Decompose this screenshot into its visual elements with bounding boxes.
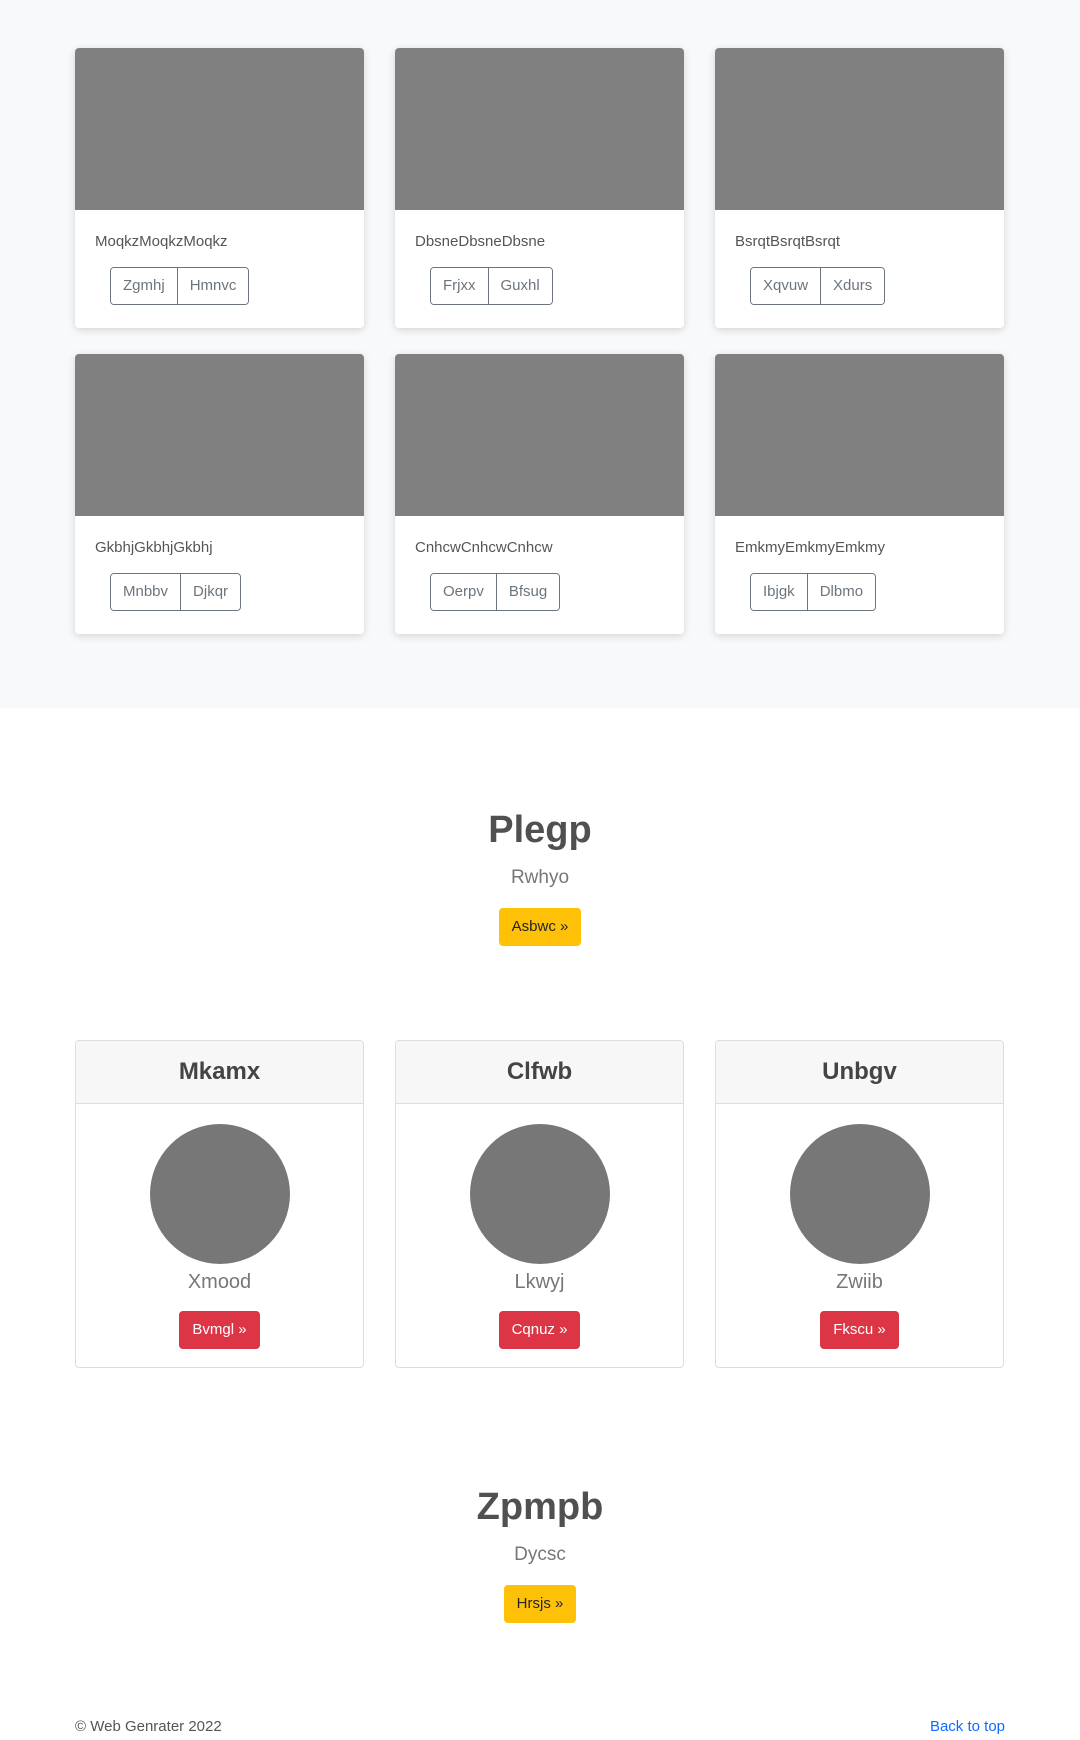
team-card-button[interactable]: Fkscu » <box>820 1311 899 1349</box>
album-card: BsrqtBsrqtBsrqt Xqvuw Xdurs <box>715 48 1004 328</box>
card-button[interactable]: Dlbmo <box>806 574 876 610</box>
card-button-group: Zgmhj Hmnvc <box>110 267 250 305</box>
card-button[interactable]: Djkqr <box>180 574 241 610</box>
team-card: Unbgv Zwiib Fkscu » <box>715 1040 1004 1368</box>
card-button[interactable]: Oerpv <box>431 574 496 610</box>
card-body: EmkmyEmkmyEmkmy Ibjgk Dlbmo <box>715 516 1004 611</box>
album-section: MoqkzMoqkzMoqkz Zgmhj Hmnvc DbsneDbsneDb… <box>0 0 1080 708</box>
team-card-header: Clfwb <box>396 1041 683 1104</box>
card-button-group: Ibjgk Dlbmo <box>750 573 877 611</box>
hero-title: Zpmpb <box>476 1486 604 1528</box>
card-text: EmkmyEmkmyEmkmy <box>735 539 885 556</box>
hero-subtitle: Rwhyo <box>510 867 570 888</box>
card-button[interactable]: Mnbbv <box>111 574 181 610</box>
card-button-group: Frjxx Guxhl <box>430 267 553 305</box>
card-button[interactable]: Xdurs <box>820 268 885 304</box>
album-card: CnhcwCnhcwCnhcw Oerpv Bfsug <box>395 354 684 634</box>
team-card: Clfwb Lkwyj Cqnuz » <box>395 1040 684 1368</box>
thumbnail-image <box>395 48 684 210</box>
hero-button[interactable]: Hrsjs » <box>503 1585 577 1623</box>
team-card-button[interactable]: Cqnuz » <box>498 1311 581 1349</box>
card-body: CnhcwCnhcwCnhcw Oerpv Bfsug <box>395 516 684 611</box>
team-card-button[interactable]: Bvmgl » <box>179 1311 260 1349</box>
team-card-subtitle: Xmood <box>187 1271 252 1293</box>
thumbnail-image <box>715 48 1004 210</box>
card-text: MoqkzMoqkzMoqkz <box>95 233 228 250</box>
hero-subtitle: Dycsc <box>514 1544 566 1565</box>
team-card-header: Unbgv <box>716 1041 1003 1104</box>
hero-section-2: Zpmpb Dycsc Hrsjs » <box>0 1485 1080 1623</box>
card-button[interactable]: Ibjgk <box>751 574 807 610</box>
team-cards: Mkamx Xmood Bvmgl » Clfwb Lkwyj Cqnuz » … <box>75 1040 1005 1368</box>
card-button-group: Oerpv Bfsug <box>430 573 561 611</box>
card-button[interactable]: Zgmhj <box>111 268 177 304</box>
album-card: MoqkzMoqkzMoqkz Zgmhj Hmnvc <box>75 48 364 328</box>
card-button-group: Mnbbv Djkqr <box>110 573 242 611</box>
card-text: DbsneDbsneDbsne <box>415 233 546 250</box>
card-text: BsrqtBsrqtBsrqt <box>735 233 841 250</box>
thumbnail-image <box>75 354 364 516</box>
card-button[interactable]: Frjxx <box>431 268 488 304</box>
back-to-top-link[interactable]: Back to top <box>930 1718 1005 1735</box>
card-button[interactable]: Xqvuw <box>751 268 821 304</box>
avatar <box>149 1124 290 1264</box>
hero-title: Plegp <box>488 809 592 851</box>
thumbnail-image <box>75 48 364 210</box>
hero-section-1: Plegp Rwhyo Asbwc » <box>0 808 1080 946</box>
team-card-header: Mkamx <box>76 1041 363 1104</box>
team-card-subtitle: Lkwyj <box>514 1271 565 1293</box>
copyright-text: © Web Genrater 2022 <box>75 1718 222 1735</box>
card-button[interactable]: Guxhl <box>487 268 552 304</box>
team-card: Mkamx Xmood Bvmgl » <box>75 1040 364 1368</box>
thumbnail-image <box>395 354 684 516</box>
card-text: GkbhjGkbhjGkbhj <box>95 539 213 556</box>
avatar <box>789 1124 930 1264</box>
team-card-subtitle: Zwiib <box>836 1271 883 1293</box>
thumbnail-image <box>715 354 1004 516</box>
card-body: BsrqtBsrqtBsrqt Xqvuw Xdurs <box>715 210 1004 305</box>
album-grid: MoqkzMoqkzMoqkz Zgmhj Hmnvc DbsneDbsneDb… <box>75 48 1005 634</box>
card-body: MoqkzMoqkzMoqkz Zgmhj Hmnvc <box>75 210 364 305</box>
footer: © Web Genrater 2022 Back to top <box>75 1718 1005 1740</box>
card-button[interactable]: Hmnvc <box>176 268 249 304</box>
album-card: GkbhjGkbhjGkbhj Mnbbv Djkqr <box>75 354 364 634</box>
card-button[interactable]: Bfsug <box>495 574 560 610</box>
album-card: EmkmyEmkmyEmkmy Ibjgk Dlbmo <box>715 354 1004 634</box>
avatar <box>469 1124 610 1264</box>
card-button-group: Xqvuw Xdurs <box>750 267 886 305</box>
album-card: DbsneDbsneDbsne Frjxx Guxhl <box>395 48 684 328</box>
card-text: CnhcwCnhcwCnhcw <box>415 539 553 556</box>
hero-button[interactable]: Asbwc » <box>498 908 582 946</box>
card-body: DbsneDbsneDbsne Frjxx Guxhl <box>395 210 684 305</box>
card-body: GkbhjGkbhjGkbhj Mnbbv Djkqr <box>75 516 364 611</box>
